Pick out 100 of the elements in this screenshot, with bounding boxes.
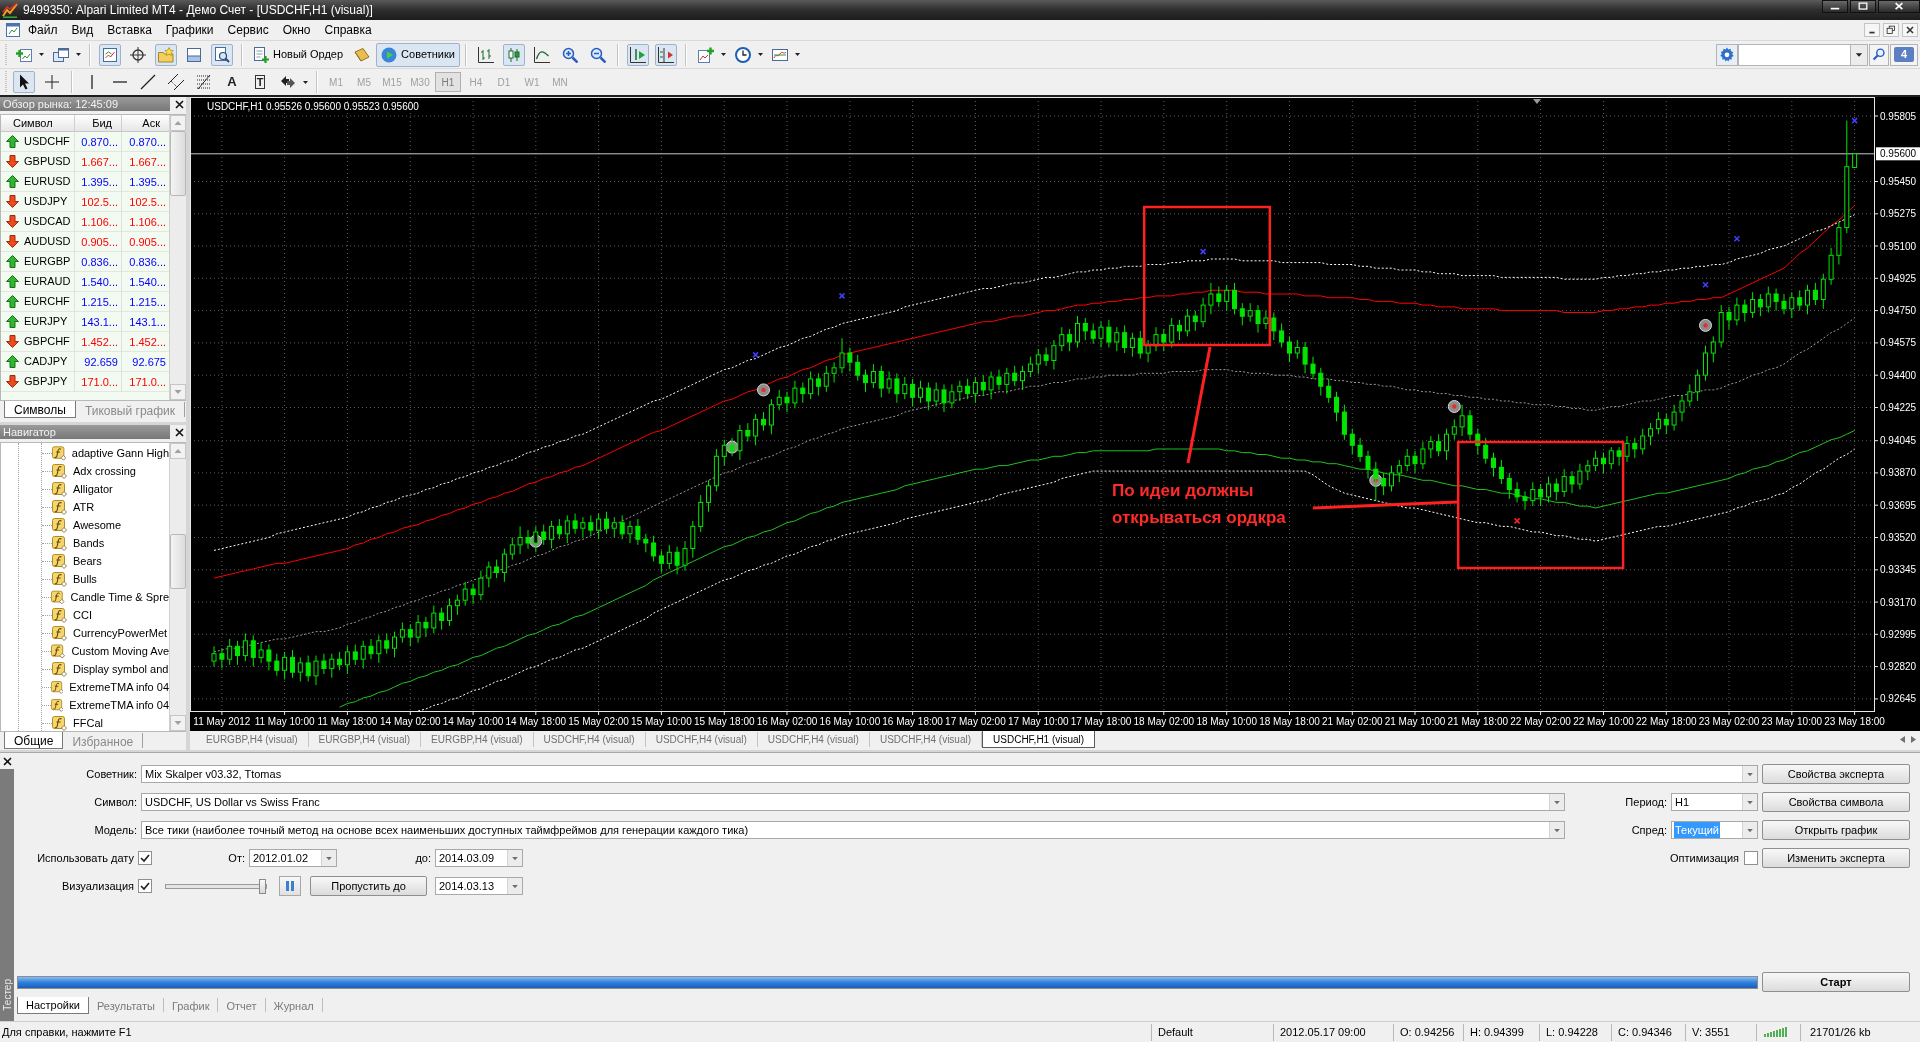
indicator-name[interactable]: Awesome [73,516,122,534]
close-icon[interactable] [175,99,184,109]
expert-dropdown[interactable]: Mix Skalper v03.32, Ttomas [141,765,1758,783]
model-dropdown[interactable]: Все тики (наиболее точный метод на основе всех наименьших доступных таймфреймов для генерации каждого тика) [141,821,1565,839]
grip-icon[interactable] [4,71,8,93]
symbol-name[interactable]: AUDUSD [24,233,71,250]
indicator-name[interactable]: FFCal [73,714,103,732]
optimization-checkbox[interactable] [1744,851,1758,865]
caret-icon[interactable] [303,80,308,84]
menu-item[interactable]: Вставка [100,20,159,40]
edit-expert-button[interactable]: Изменить эксперта [1762,848,1910,868]
chart-tab[interactable]: EURGBP,H4 (visual) [308,732,422,747]
restore-icon[interactable] [1883,23,1899,37]
chart-tab[interactable]: EURGBP,H4 (visual) [196,732,309,747]
indicator-name[interactable]: ExtremeTMA info 04 [69,696,169,714]
experts-button[interactable]: Советники [376,42,460,67]
symbol-dropdown[interactable]: USDCHF, US Dollar vs Swiss Franc [141,793,1565,811]
use-date-checkbox[interactable] [138,851,152,865]
tester-tab[interactable]: Отчет [218,998,266,1012]
indicator-name[interactable]: Bulls [73,570,97,588]
fibonacci-icon[interactable] [196,74,212,90]
column-header[interactable]: Символ [1,115,74,131]
indicator-name[interactable]: ExtremeTMA info 04 [69,678,169,696]
tester-tab[interactable]: Результаты [88,998,164,1012]
magnifier-document-icon[interactable] [211,43,233,66]
symbol-name[interactable]: EURGBP [24,253,71,270]
indicator-name[interactable]: Alligator [73,480,113,498]
chart-window-icon[interactable] [99,43,121,66]
symbol-name[interactable]: CADJPY [24,353,68,370]
chart-tab[interactable]: USDCHF,H4 (visual) [757,732,870,747]
document-chart-icon[interactable] [5,22,21,38]
caret-icon[interactable] [720,53,726,56]
pause-button[interactable] [279,876,301,896]
indicator-name[interactable]: CurrencyPowerMet [73,624,168,642]
start-button[interactable]: Старт [1762,972,1910,992]
date-field[interactable]: 2012.01.02 [249,849,337,867]
indicator-name[interactable]: ATR [73,498,95,516]
indicator-name[interactable]: Custom Moving Ave [71,642,169,660]
clock-icon[interactable] [734,46,751,63]
indicator-name[interactable]: Display symbol and [73,660,169,678]
chart-tab[interactable]: USDCHF,H4 (visual) [645,732,758,747]
chart-tab[interactable]: USDCHF,H1 (visual) [982,731,1096,748]
symbol-name[interactable]: USDJPY [24,193,68,210]
panel-window-icon[interactable] [186,46,202,63]
indicator-name[interactable]: Adx crossing [73,462,136,480]
chart-shift-icon[interactable] [654,43,677,66]
search-icon[interactable] [1869,43,1889,66]
indicator-name[interactable]: adaptive Gann High [71,444,169,462]
open-chart-button[interactable]: Открыть график [1762,820,1910,840]
symbol-name[interactable]: GBPCHF [24,333,70,350]
panel-tab[interactable]: Символы [4,401,76,418]
tester-tab[interactable]: Настройки [17,997,89,1014]
trend-line-icon[interactable] [140,74,156,90]
indicator-plus-icon[interactable] [697,46,714,63]
chart-plus-icon[interactable] [16,46,32,63]
chart-tab[interactable]: EURGBP,H4 (visual) [421,732,534,747]
symbol-properties-button[interactable]: Свойства символа [1762,792,1910,812]
column-header[interactable]: Бид [74,115,121,131]
autoscroll-icon[interactable] [626,43,649,66]
tester-tab[interactable]: Журнал [265,998,323,1012]
stacked-windows-icon[interactable] [53,46,69,63]
symbol-name[interactable]: EURAUD [24,273,71,290]
period-dropdown[interactable]: H1 [1671,793,1758,811]
symbol-name[interactable]: EURCHF [24,293,70,310]
caret-icon[interactable] [757,53,763,56]
chart-tab[interactable]: USDCHF,H4 (visual) [533,732,646,747]
text-tool-button[interactable]: A [221,71,243,93]
indicator-name[interactable]: Bands [73,534,105,552]
visualization-checkbox[interactable] [138,879,152,893]
indicator-name[interactable]: CCI [73,606,92,624]
date-field[interactable]: 2014.03.13 [435,877,523,895]
menu-item[interactable]: Вид [64,20,101,40]
symbol-name[interactable]: GBPUSD [24,153,71,170]
menu-item[interactable]: Сервис [220,20,276,40]
date-field[interactable]: 2014.03.09 [435,849,523,867]
minimize-icon[interactable] [1822,0,1848,13]
messages-button[interactable]: 4 [1890,43,1918,66]
close-icon[interactable] [2,756,12,766]
book-icon[interactable] [354,46,371,63]
bar-chart-icon[interactable] [477,46,494,63]
scroll-right-icon[interactable] [1911,736,1916,743]
channel-icon[interactable] [168,74,184,90]
menu-item[interactable]: Справка [317,20,379,40]
symbol-name[interactable]: EURJPY [24,313,68,330]
period-button[interactable]: H1 [435,72,461,92]
new-order-button[interactable]: Новый Ордер [248,42,349,67]
symbol-name[interactable]: USDCAD [24,213,71,230]
crosshair-icon[interactable] [130,46,146,63]
candlestick-icon[interactable] [502,43,525,66]
close-icon[interactable] [1878,0,1920,13]
cursor-icon[interactable] [13,71,35,93]
menu-item[interactable]: Файл [21,20,65,40]
skip-to-button[interactable]: Пропустить до [310,876,427,896]
expert-properties-button[interactable]: Свойства эксперта [1762,764,1910,784]
caret-icon[interactable] [76,53,81,56]
shift-marker-icon[interactable] [1533,99,1541,104]
search-field[interactable] [1738,43,1851,66]
menu-item[interactable]: Графики [158,20,221,40]
scroll-left-icon[interactable] [1900,736,1905,743]
panel-tab[interactable]: Общие [4,732,64,749]
